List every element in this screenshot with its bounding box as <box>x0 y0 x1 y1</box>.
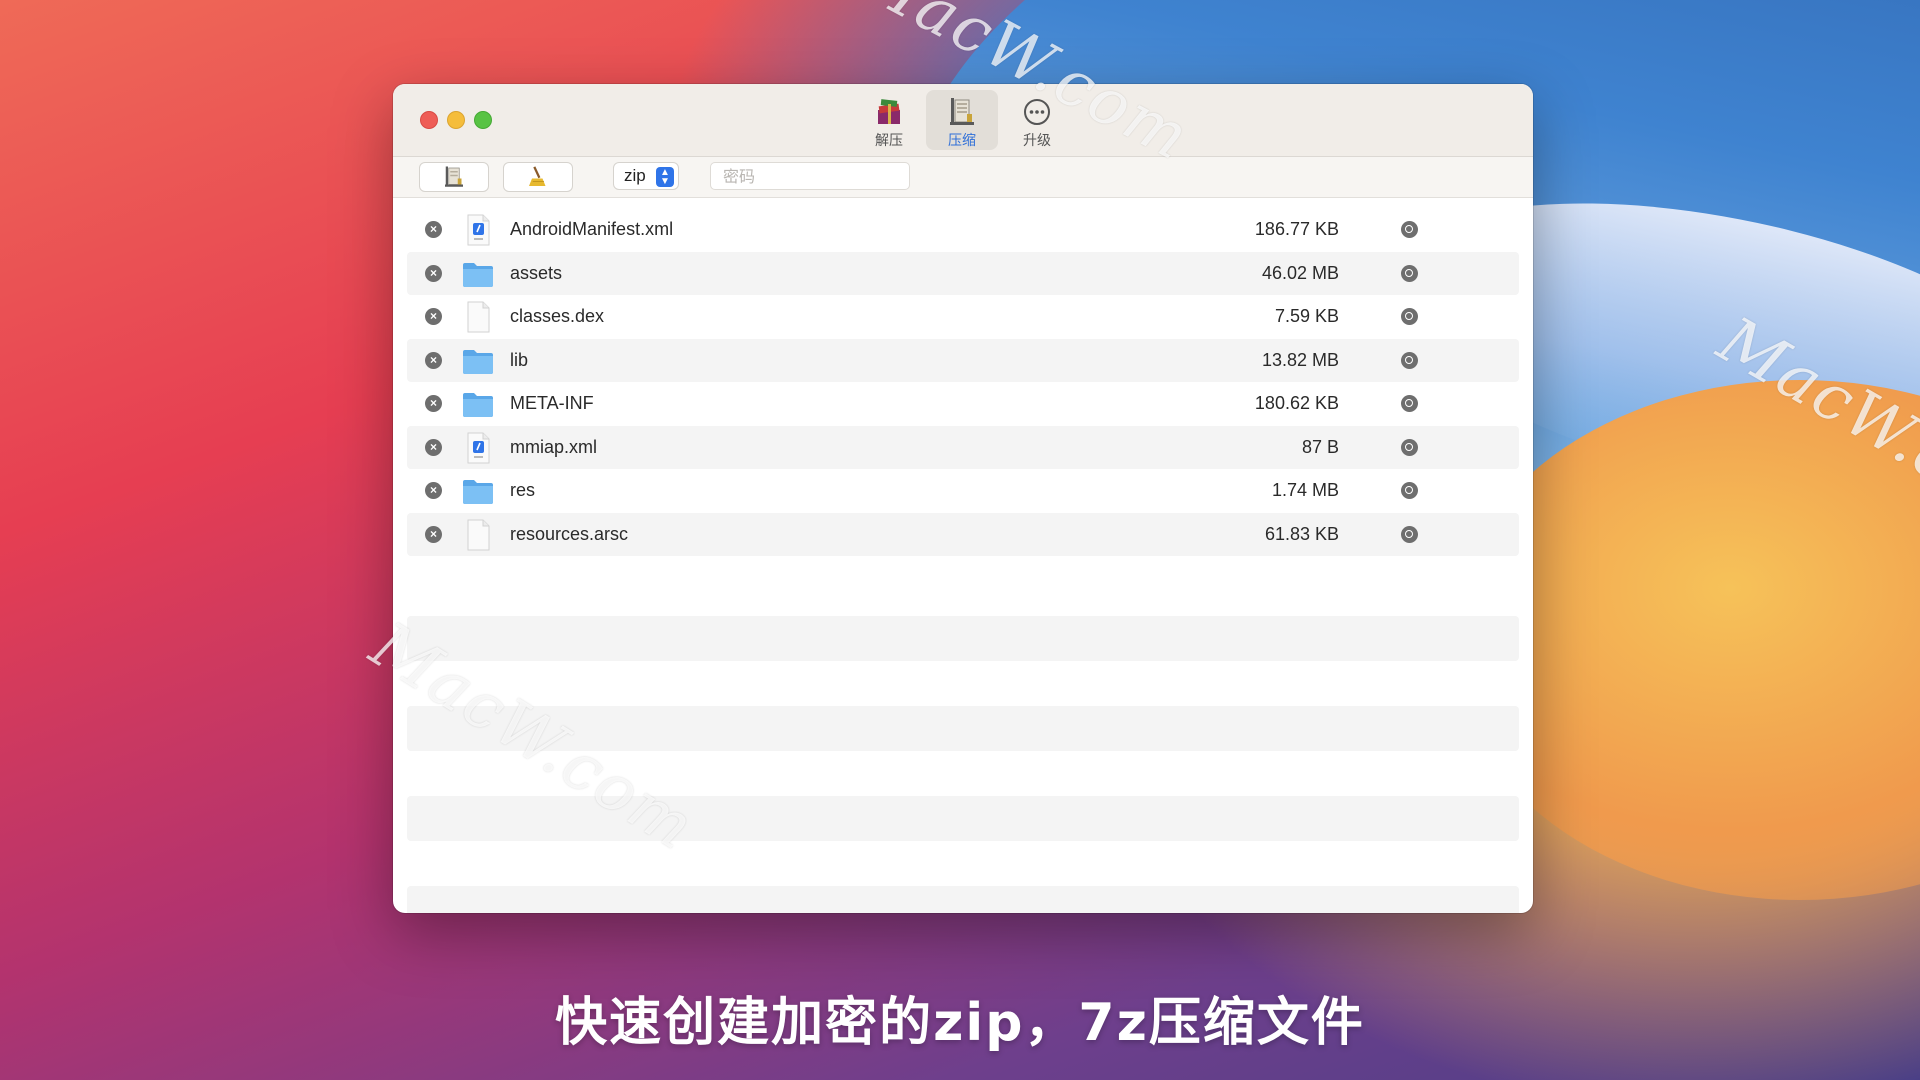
file-size: 46.02 MB <box>1261 262 1339 283</box>
remove-file-icon[interactable]: × <box>425 482 442 499</box>
tab-compress[interactable]: 压缩 <box>926 90 998 150</box>
preview-magnifier-icon[interactable] <box>1401 438 1418 456</box>
xml-file-icon <box>461 431 495 465</box>
remove-file-icon[interactable]: × <box>425 351 442 369</box>
options-bar: zip ▲ ▼ <box>393 157 1533 198</box>
file-row[interactable]: × assets 46.02 MB <box>407 251 1519 295</box>
remove-file-icon[interactable]: × <box>425 264 442 282</box>
title-bar: 解压 压缩 升级 <box>393 84 1533 157</box>
file-name: assets <box>510 262 563 283</box>
file-row[interactable]: × AndroidManifest.xml 186.77 KB <box>407 208 1519 251</box>
preview-magnifier-icon[interactable] <box>1401 264 1418 282</box>
close-window-button[interactable] <box>420 111 438 129</box>
tab-extract-label: 解压 <box>875 133 903 149</box>
tab-compress-label: 压缩 <box>948 133 976 149</box>
minimize-window-button[interactable] <box>447 111 465 129</box>
folder-icon <box>461 474 495 508</box>
compress-clamp-icon <box>950 98 974 125</box>
file-name: META-INF <box>510 393 594 413</box>
preview-magnifier-icon[interactable] <box>1401 525 1418 543</box>
file-size: 180.62 KB <box>1254 393 1339 413</box>
document-icon <box>461 518 495 552</box>
document-icon <box>461 300 495 334</box>
preview-magnifier-icon[interactable] <box>1401 482 1418 499</box>
file-name: res <box>510 480 536 500</box>
remove-file-icon[interactable]: × <box>425 221 442 238</box>
empty-row-stripe <box>407 886 1519 913</box>
maximize-window-button[interactable] <box>474 111 492 129</box>
tab-upgrade-label: 升级 <box>1023 133 1051 149</box>
file-name: lib <box>510 349 529 370</box>
preview-magnifier-icon[interactable] <box>1401 221 1418 238</box>
file-size: 186.77 KB <box>1254 219 1339 239</box>
empty-row-stripe <box>407 616 1519 661</box>
preview-magnifier-icon[interactable] <box>1401 395 1418 412</box>
chevron-up-down-icon: ▲ ▼ <box>656 167 674 187</box>
remove-file-icon[interactable]: × <box>425 525 442 543</box>
file-row[interactable]: × mmiap.xml 87 B <box>407 425 1519 469</box>
file-size: 7.59 KB <box>1274 306 1339 326</box>
preview-magnifier-icon[interactable] <box>1401 351 1418 369</box>
preview-magnifier-icon[interactable] <box>1401 308 1418 325</box>
broom-icon <box>529 166 546 186</box>
file-row[interactable]: × lib 13.82 MB <box>407 338 1519 382</box>
archive-books-icon <box>878 99 900 124</box>
format-select[interactable]: zip ▲ ▼ <box>613 162 679 190</box>
desktop-wallpaper: 解压 压缩 升级 zip ▲ ▼ × AndroidManifest.xml 1… <box>0 0 1920 1080</box>
file-size: 87 B <box>1301 436 1339 457</box>
password-input[interactable] <box>710 162 910 190</box>
file-row[interactable]: × res 1.74 MB <box>407 469 1519 512</box>
file-size: 61.83 KB <box>1264 523 1339 544</box>
file-row[interactable]: × resources.arsc 61.83 KB <box>407 512 1519 556</box>
add-files-icon <box>445 166 463 187</box>
file-size: 13.82 MB <box>1261 349 1339 370</box>
file-row[interactable]: × META-INF 180.62 KB <box>407 382 1519 425</box>
remove-file-icon[interactable]: × <box>425 438 442 456</box>
video-caption: 快速创建加密的zip，7z压缩文件 <box>555 993 1365 1053</box>
folder-icon <box>461 344 495 378</box>
add-files-button[interactable] <box>419 162 489 192</box>
remove-file-icon[interactable]: × <box>425 395 442 412</box>
file-name: resources.arsc <box>510 523 629 544</box>
xml-file-icon <box>461 213 495 247</box>
remove-file-icon[interactable]: × <box>425 308 442 325</box>
file-name: classes.dex <box>510 306 605 326</box>
tab-extract[interactable]: 解压 <box>853 90 925 150</box>
file-name: mmiap.xml <box>510 436 598 457</box>
format-select-value: zip <box>624 166 646 185</box>
file-name: AndroidManifest.xml <box>510 219 674 239</box>
file-row[interactable]: × classes.dex 7.59 KB <box>407 295 1519 338</box>
folder-icon <box>461 257 495 291</box>
clean-list-button[interactable] <box>503 162 573 192</box>
folder-icon <box>461 387 495 421</box>
file-size: 1.74 MB <box>1271 480 1339 500</box>
